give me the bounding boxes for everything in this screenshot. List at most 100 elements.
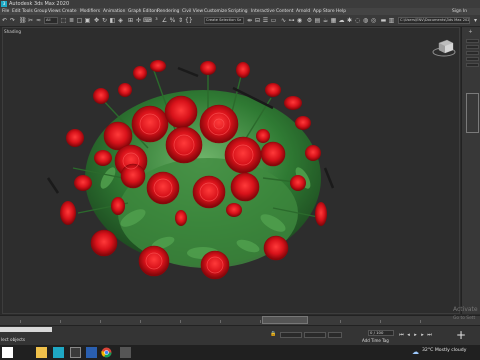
arnold-icon[interactable]: ◌ <box>354 17 361 24</box>
snaps-toggle-icon[interactable]: ³ <box>153 17 160 24</box>
named-selection-sets-dropdown[interactable]: Create Selection Se <box>204 17 244 24</box>
layer-explorer-icon[interactable]: ☰ <box>262 17 269 24</box>
align-icon[interactable]: ⊟ <box>254 17 261 24</box>
add-time-tag-button[interactable]: Add Time Tag <box>362 338 389 343</box>
app-taskbar-icon[interactable] <box>120 347 131 358</box>
command-panel-row[interactable] <box>466 45 479 49</box>
bind-space-warp-icon[interactable]: ≈ <box>35 17 42 24</box>
next-frame-icon[interactable]: ▸ <box>419 332 426 339</box>
render-cloud-icon[interactable]: ☁ <box>338 17 345 24</box>
3ds-max-taskbar-icon[interactable] <box>53 347 64 358</box>
select-by-name-icon[interactable]: ≣ <box>68 17 75 24</box>
material-editor-icon[interactable]: ◉ <box>296 17 303 24</box>
maxscript-listener-field[interactable] <box>0 327 52 332</box>
window-crossing-icon[interactable]: ▣ <box>84 17 91 24</box>
menu-scripting[interactable]: Scripting <box>228 8 248 15</box>
menu-content[interactable]: Content <box>276 8 293 15</box>
spinner-snap-icon[interactable]: ⇕ <box>177 17 184 24</box>
modifier-stack-box[interactable] <box>466 93 479 133</box>
app-taskbar-icon[interactable] <box>86 347 97 358</box>
menu-animation[interactable]: Animation <box>103 8 125 15</box>
z-coord-field[interactable] <box>328 332 342 338</box>
move-icon[interactable]: ✥ <box>93 17 100 24</box>
angle-snap-icon[interactable]: ∠ <box>161 17 168 24</box>
menu-civil-view[interactable]: Civil View <box>182 8 203 15</box>
menu-help[interactable]: Help <box>336 8 346 15</box>
file-explorer-icon[interactable] <box>36 347 47 358</box>
keyboard-shortcut-icon[interactable]: ⌨ <box>143 17 152 24</box>
ribbon-toggle-icon[interactable]: ▭ <box>270 17 277 24</box>
prev-frame-icon[interactable]: ◂ <box>405 332 412 339</box>
menu-app-store[interactable]: App Store <box>313 8 335 15</box>
menu-interactive[interactable]: Interactive <box>251 8 275 15</box>
pivot-center-icon[interactable]: ⊞ <box>127 17 134 24</box>
menu-views[interactable]: Views <box>48 8 61 15</box>
command-panel-row[interactable] <box>466 39 479 43</box>
menu-tools[interactable]: Tools <box>22 8 33 15</box>
weather-widget[interactable]: 32°C Mostly cloudy <box>422 348 466 353</box>
place-icon[interactable]: ◈ <box>117 17 124 24</box>
y-coord-field[interactable] <box>304 332 326 338</box>
link-icon[interactable]: ⛓ <box>19 17 27 24</box>
menu-file[interactable]: File <box>2 8 9 15</box>
rotate-icon[interactable]: ↻ <box>101 17 108 24</box>
goto-start-icon[interactable]: ⏮ <box>398 332 405 339</box>
flower-bouquet-model[interactable] <box>3 28 460 314</box>
play-icon[interactable]: ▸ <box>412 332 419 339</box>
command-panel-row[interactable] <box>466 57 479 61</box>
rect-selection-icon[interactable]: □ <box>76 17 83 24</box>
schematic-view-icon[interactable]: ⊶ <box>288 17 295 24</box>
create-tab-icon[interactable]: + <box>467 29 474 36</box>
x-coord-field[interactable] <box>280 332 302 338</box>
menu-edit[interactable]: Edit <box>12 8 21 15</box>
main-toolbar: ↶ ↷ ⛓ ✂ ≈ All ⬚ ≣ □ ▣ ✥ ↻ ◧ ◈ ⊞ ✢ ⌨ ³ ∠ … <box>0 15 480 27</box>
zoom-plus-icon[interactable]: + <box>456 329 466 341</box>
arnold-render-icon[interactable]: ◍ <box>362 17 369 24</box>
render-production-icon[interactable]: ☕ <box>322 17 329 24</box>
menu-create[interactable]: Create <box>62 8 77 15</box>
goto-end-icon[interactable]: ⏭ <box>426 332 433 339</box>
frame-counter-field[interactable]: 0 / 100 <box>368 330 394 336</box>
menu-rendering[interactable]: Rendering <box>157 8 179 15</box>
curve-editor-icon[interactable]: ∿ <box>280 17 287 24</box>
scale-icon[interactable]: ◧ <box>109 17 116 24</box>
weather-cloud-icon[interactable]: ☁ <box>412 348 419 356</box>
menu-customize[interactable]: Customize <box>204 8 227 15</box>
task-view-icon[interactable] <box>70 347 81 358</box>
edit-named-selection-icon[interactable]: {} <box>185 17 193 24</box>
menu-group[interactable]: Group <box>34 8 47 15</box>
app-logo-icon: 3 <box>1 1 7 7</box>
perspective-viewport[interactable]: Shading <box>2 27 460 314</box>
undo-icon[interactable]: ↶ <box>1 17 8 24</box>
render-iterative-icon[interactable]: ✱ <box>346 17 353 24</box>
select-object-icon[interactable]: ⬚ <box>60 17 67 24</box>
unlink-icon[interactable]: ✂ <box>27 17 34 24</box>
project-icon[interactable]: ▥ <box>388 17 395 24</box>
command-panel-row[interactable] <box>466 51 479 55</box>
status-bar: lect objects 🔒 Add Time Tag 0 / 100 ⏮ ◂ … <box>0 325 480 346</box>
selection-filter-dropdown[interactable]: All <box>44 17 58 24</box>
chrome-icon[interactable] <box>101 347 112 358</box>
project-folder-icon[interactable]: ▬ <box>380 17 387 24</box>
window-title: Autodesk 3ds Max 2020 <box>9 1 70 7</box>
select-manipulate-icon[interactable]: ✢ <box>135 17 142 24</box>
menu-modifiers[interactable]: Modifiers <box>80 8 100 15</box>
workspace-path-field[interactable]: C:\Users\ENV\Documents\3ds Max 2020 <box>398 17 470 24</box>
timeline-tick <box>220 320 221 323</box>
workspace-dropdown-icon[interactable]: ▾ <box>472 17 479 24</box>
timeline-tick <box>180 320 181 323</box>
mirror-icon[interactable]: ⇹ <box>246 17 253 24</box>
redo-icon[interactable]: ↷ <box>9 17 16 24</box>
command-panel-row[interactable] <box>466 63 479 67</box>
menu-graph-editors[interactable]: Graph Editors <box>128 8 158 15</box>
sign-in-link[interactable]: Sign In <box>452 8 467 15</box>
render-setup-icon[interactable]: ⚙ <box>306 17 313 24</box>
render-frame-icon[interactable]: ▤ <box>314 17 321 24</box>
time-slider-handle[interactable] <box>262 316 308 324</box>
start-menu-icon[interactable] <box>2 347 13 358</box>
arnold-settings-icon[interactable]: ◎ <box>370 17 377 24</box>
render-active-icon[interactable]: ▦ <box>330 17 337 24</box>
percent-snap-icon[interactable]: % <box>169 17 176 24</box>
lock-selection-icon[interactable]: 🔒 <box>270 331 277 338</box>
menu-arnold[interactable]: Arnold <box>296 8 310 15</box>
